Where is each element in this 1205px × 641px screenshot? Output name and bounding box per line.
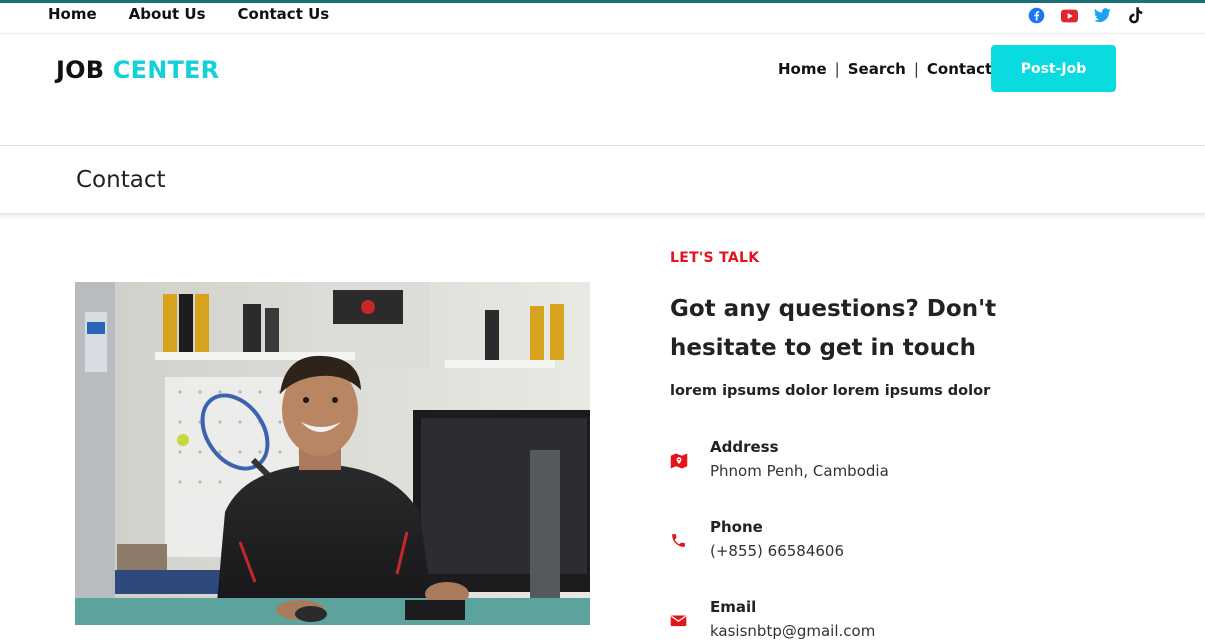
phone-label: Phone [710, 518, 763, 536]
contact-kicker: LET'S TALK [670, 250, 760, 266]
address-label: Address [710, 438, 779, 456]
top-link-about-us[interactable]: About Us [129, 5, 206, 23]
nav-separator: | [913, 60, 919, 78]
page-heading-bar: Contact [0, 146, 1205, 214]
address-value: Phnom Penh, Cambodia [710, 462, 889, 480]
contact-item-address: Address Phnom Penh, Cambodia [670, 438, 1090, 486]
contact-item-phone: Phone (+855) 66584606 [670, 518, 1090, 566]
brand-word-job: JOB [56, 56, 105, 84]
top-links: Home About Us Contact Us [48, 5, 329, 23]
top-link-home[interactable]: Home [48, 5, 97, 23]
twitter-icon[interactable] [1094, 7, 1111, 24]
main-nav: Home | Search | Contact | [778, 60, 1013, 78]
map-icon [670, 452, 688, 470]
email-value: kasisnbtp@gmail.com [710, 622, 876, 640]
email-label: Email [710, 598, 757, 616]
nav-separator: | [834, 60, 840, 78]
envelope-icon [670, 612, 688, 630]
contact-lead: lorem ipsums dolor lorem ipsums dolor [670, 383, 991, 399]
social-links [1028, 7, 1144, 24]
page-title: Contact [76, 167, 166, 193]
top-bar: Home About Us Contact Us [0, 0, 1205, 34]
facebook-icon[interactable] [1028, 7, 1045, 24]
brand-word-center: CENTER [112, 56, 220, 84]
contact-item-email: Email kasisnbtp@gmail.com [670, 598, 1090, 641]
nav-contact[interactable]: Contact [927, 60, 992, 78]
nav-home[interactable]: Home [778, 60, 827, 78]
phone-value: (+855) 66584606 [710, 542, 845, 560]
brand-logo[interactable]: JOB CENTER [56, 56, 219, 84]
contact-photo [75, 282, 590, 625]
phone-icon [670, 532, 688, 550]
contact-headline: Got any questions? Don't hesitate to get… [670, 296, 997, 361]
tiktok-icon[interactable] [1127, 7, 1144, 24]
top-link-contact-us[interactable]: Contact Us [238, 5, 330, 23]
youtube-icon[interactable] [1061, 7, 1078, 24]
post-job-button[interactable]: Post-Job [991, 45, 1116, 92]
main-header: JOB CENTER Home | Search | Contact | Pos… [0, 34, 1205, 146]
nav-search[interactable]: Search [848, 60, 906, 78]
